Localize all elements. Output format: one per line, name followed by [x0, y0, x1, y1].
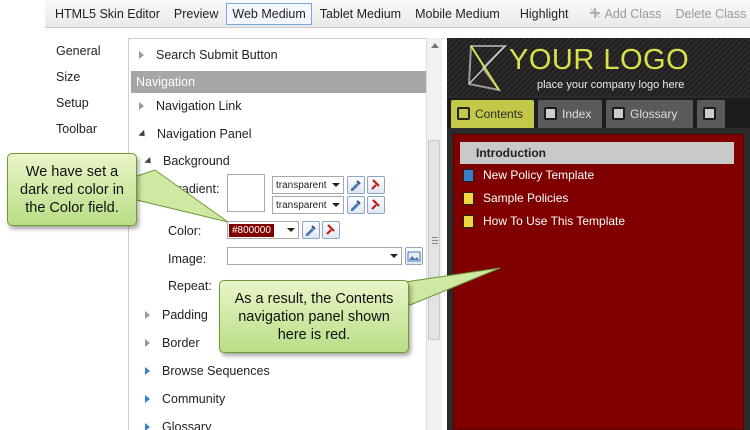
right-callout: As a result, the Contents navigation pan…: [219, 280, 409, 353]
left-callout: We have set a dark red color in the Colo…: [7, 153, 137, 226]
